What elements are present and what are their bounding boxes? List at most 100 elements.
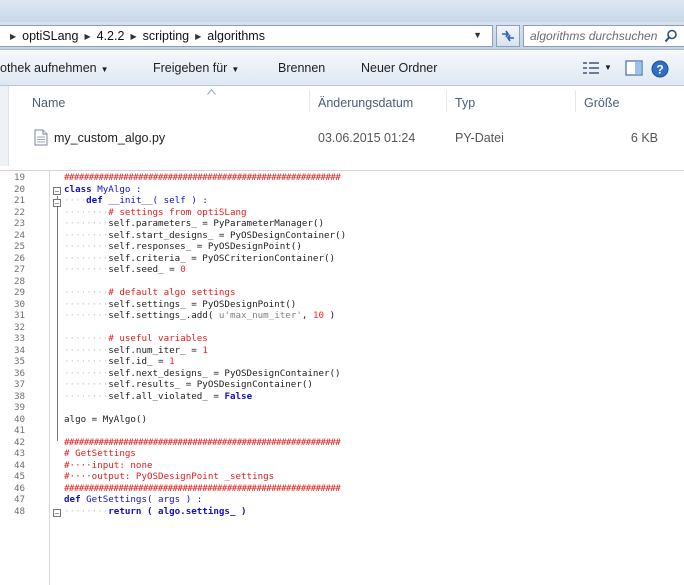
- column-divider[interactable]: [309, 90, 310, 112]
- code-token: GetSettings( args ) :: [86, 494, 203, 505]
- file-type: PY-Datei: [455, 131, 504, 145]
- code-token: self.results_ = PyOSDesignContainer(): [108, 379, 313, 390]
- code-line[interactable]: 24 ········self.start_designs_ = PyOSDesi…: [0, 230, 684, 242]
- code-line[interactable]: 39: [0, 402, 684, 414]
- code-text: ········return ( algo.settings_ ): [64, 506, 247, 518]
- code-line[interactable]: 42 ######################################…: [0, 437, 684, 449]
- code-token: ########################################…: [64, 482, 341, 494]
- line-number: 48: [14, 505, 26, 517]
- column-header-type[interactable]: Typ: [455, 96, 475, 110]
- code-token: ,: [301, 310, 313, 321]
- breadcrumb-item-version[interactable]: 4.2.2: [97, 29, 125, 43]
- line-number: 41: [14, 425, 26, 436]
- code-text: def GetSettings( args ) :: [64, 494, 202, 506]
- include-in-library-label: othek aufnehmen: [0, 61, 97, 75]
- code-line[interactable]: 48 ········return ( algo.settings_ ): [0, 506, 684, 518]
- code-token: ········: [64, 241, 109, 252]
- code-line[interactable]: 35 ········self.id_ = 1: [0, 356, 684, 368]
- breadcrumb-item-scripting[interactable]: scripting: [143, 29, 190, 43]
- breadcrumb[interactable]: ▶ optiSLang ▶ 4.2.2 ▶ scripting ▶ algori…: [0, 25, 493, 47]
- view-details-icon[interactable]: [583, 62, 599, 74]
- column-header-name[interactable]: Name: [32, 96, 65, 110]
- line-number: 23: [14, 218, 26, 229]
- column-header-size[interactable]: Größe: [584, 96, 619, 110]
- breadcrumb-separator-icon[interactable]: ▶: [195, 32, 201, 41]
- code-line[interactable]: 26 ········self.criteria_ = PyOSCriterion…: [0, 253, 684, 265]
- code-line[interactable]: 31 ········self.settings_.add( u'max_num_…: [0, 310, 684, 322]
- code-line[interactable]: 41: [0, 425, 684, 437]
- code-token: ········: [64, 252, 109, 264]
- code-token: u'max_num_iter': [218, 310, 302, 321]
- breadcrumb-item-algorithms[interactable]: algorithms: [207, 29, 265, 43]
- code-token: def: [64, 494, 87, 505]
- line-number: 20: [14, 183, 26, 195]
- breadcrumb-separator-icon[interactable]: ▶: [10, 32, 16, 41]
- code-line[interactable]: 43 # GetSettings: [0, 448, 684, 460]
- column-header-modified[interactable]: Änderungsdatum: [318, 96, 413, 110]
- code-line[interactable]: 46 ######################################…: [0, 483, 684, 495]
- code-line[interactable]: 20 class MyAlgo :: [0, 184, 684, 196]
- code-token: ········: [64, 390, 109, 402]
- code-line[interactable]: 28: [0, 276, 684, 288]
- code-token: 1: [169, 356, 175, 367]
- code-line[interactable]: 37 ········self.results_ = PyOSDesignCont…: [0, 379, 684, 391]
- code-token: self.all_violated_ =: [108, 390, 225, 402]
- code-token: False: [224, 390, 253, 402]
- code-line[interactable]: 32: [0, 322, 684, 334]
- new-folder-button[interactable]: Neuer Ordner: [361, 61, 437, 75]
- code-token: algo = MyAlgo(): [64, 413, 147, 425]
- burn-button[interactable]: Brennen: [278, 61, 325, 75]
- line-number: 40: [14, 413, 26, 425]
- code-line[interactable]: 36 ········self.next_designs_ = PyOSDesig…: [0, 368, 684, 380]
- code-line[interactable]: 25 ········self.responses_ = PyOSDesignPo…: [0, 241, 684, 253]
- code-editor[interactable]: – – – 19 ################################…: [0, 170, 684, 585]
- column-divider[interactable]: [446, 90, 447, 112]
- line-number: 45: [14, 471, 26, 482]
- code-line[interactable]: 23 ········self.parameters_ = PyParameter…: [0, 218, 684, 230]
- code-line[interactable]: 29 ········# default algo settings: [0, 287, 684, 299]
- code-token: ········: [64, 287, 109, 298]
- share-with-menu[interactable]: Freigeben für ▼: [153, 61, 239, 75]
- code-line[interactable]: 44 #····input: none: [0, 460, 684, 472]
- refresh-button[interactable]: [496, 25, 520, 47]
- include-in-library-menu[interactable]: othek aufnehmen ▼: [0, 61, 109, 75]
- breadcrumb-separator-icon[interactable]: ▶: [84, 32, 90, 41]
- search-box[interactable]: [523, 25, 684, 47]
- breadcrumb-separator-icon[interactable]: ▶: [130, 32, 136, 41]
- line-number: 35: [14, 356, 26, 367]
- code-line[interactable]: 33 ········# useful variables: [0, 333, 684, 345]
- line-number: 27: [14, 264, 26, 275]
- search-input[interactable]: [530, 29, 658, 43]
- line-number: 25: [14, 241, 26, 252]
- code-line[interactable]: 45 #····output: PyOSDesignPoint _settings: [0, 471, 684, 483]
- help-icon[interactable]: ?: [651, 60, 669, 78]
- code-text: ········self.next_designs_ = PyOSDesignC…: [64, 368, 341, 380]
- line-number: 36: [14, 367, 26, 379]
- navigation-pane-edge[interactable]: [0, 86, 9, 166]
- code-text: ########################################…: [64, 482, 341, 495]
- file-name[interactable]: my_custom_algo.py: [54, 131, 165, 145]
- code-line[interactable]: 19 ######################################…: [0, 172, 684, 184]
- column-divider[interactable]: [575, 90, 576, 112]
- code-line[interactable]: 47 def GetSettings( args ) :: [0, 494, 684, 506]
- breadcrumb-item-optislang[interactable]: optiSLang: [22, 29, 78, 43]
- code-line[interactable]: 40 algo = MyAlgo(): [0, 414, 684, 426]
- code-line[interactable]: 22 ········# settings from optiSLang: [0, 207, 684, 219]
- code-token: # GetSettings: [64, 448, 136, 459]
- preview-pane-icon[interactable]: [625, 60, 643, 76]
- code-text: ········self.all_violated_ = False: [64, 391, 252, 403]
- line-number: 34: [14, 344, 26, 356]
- view-options-dropdown-icon[interactable]: ▼: [604, 63, 612, 72]
- python-file-icon: [34, 129, 48, 146]
- code-line[interactable]: 30 ········self.settings_ = PyOSDesignPoi…: [0, 299, 684, 311]
- code-line[interactable]: 27 ········self.seed_ = 0: [0, 264, 684, 276]
- code-token: ########################################…: [64, 436, 341, 448]
- code-token: #····output: PyOSDesignPoint _settings: [64, 471, 275, 482]
- search-icon[interactable]: [664, 29, 678, 43]
- code-line[interactable]: 38 ········self.all_violated_ = False: [0, 391, 684, 403]
- file-row[interactable]: my_custom_algo.py 03.06.2015 01:24 PY-Da…: [32, 126, 672, 150]
- code-line[interactable]: 21 ····def __init__( self ) :: [0, 195, 684, 207]
- code-token: self.id_ =: [108, 356, 170, 367]
- history-dropdown-icon[interactable]: ▼: [473, 30, 482, 40]
- code-line[interactable]: 34 ········self.num_iter_ = 1: [0, 345, 684, 357]
